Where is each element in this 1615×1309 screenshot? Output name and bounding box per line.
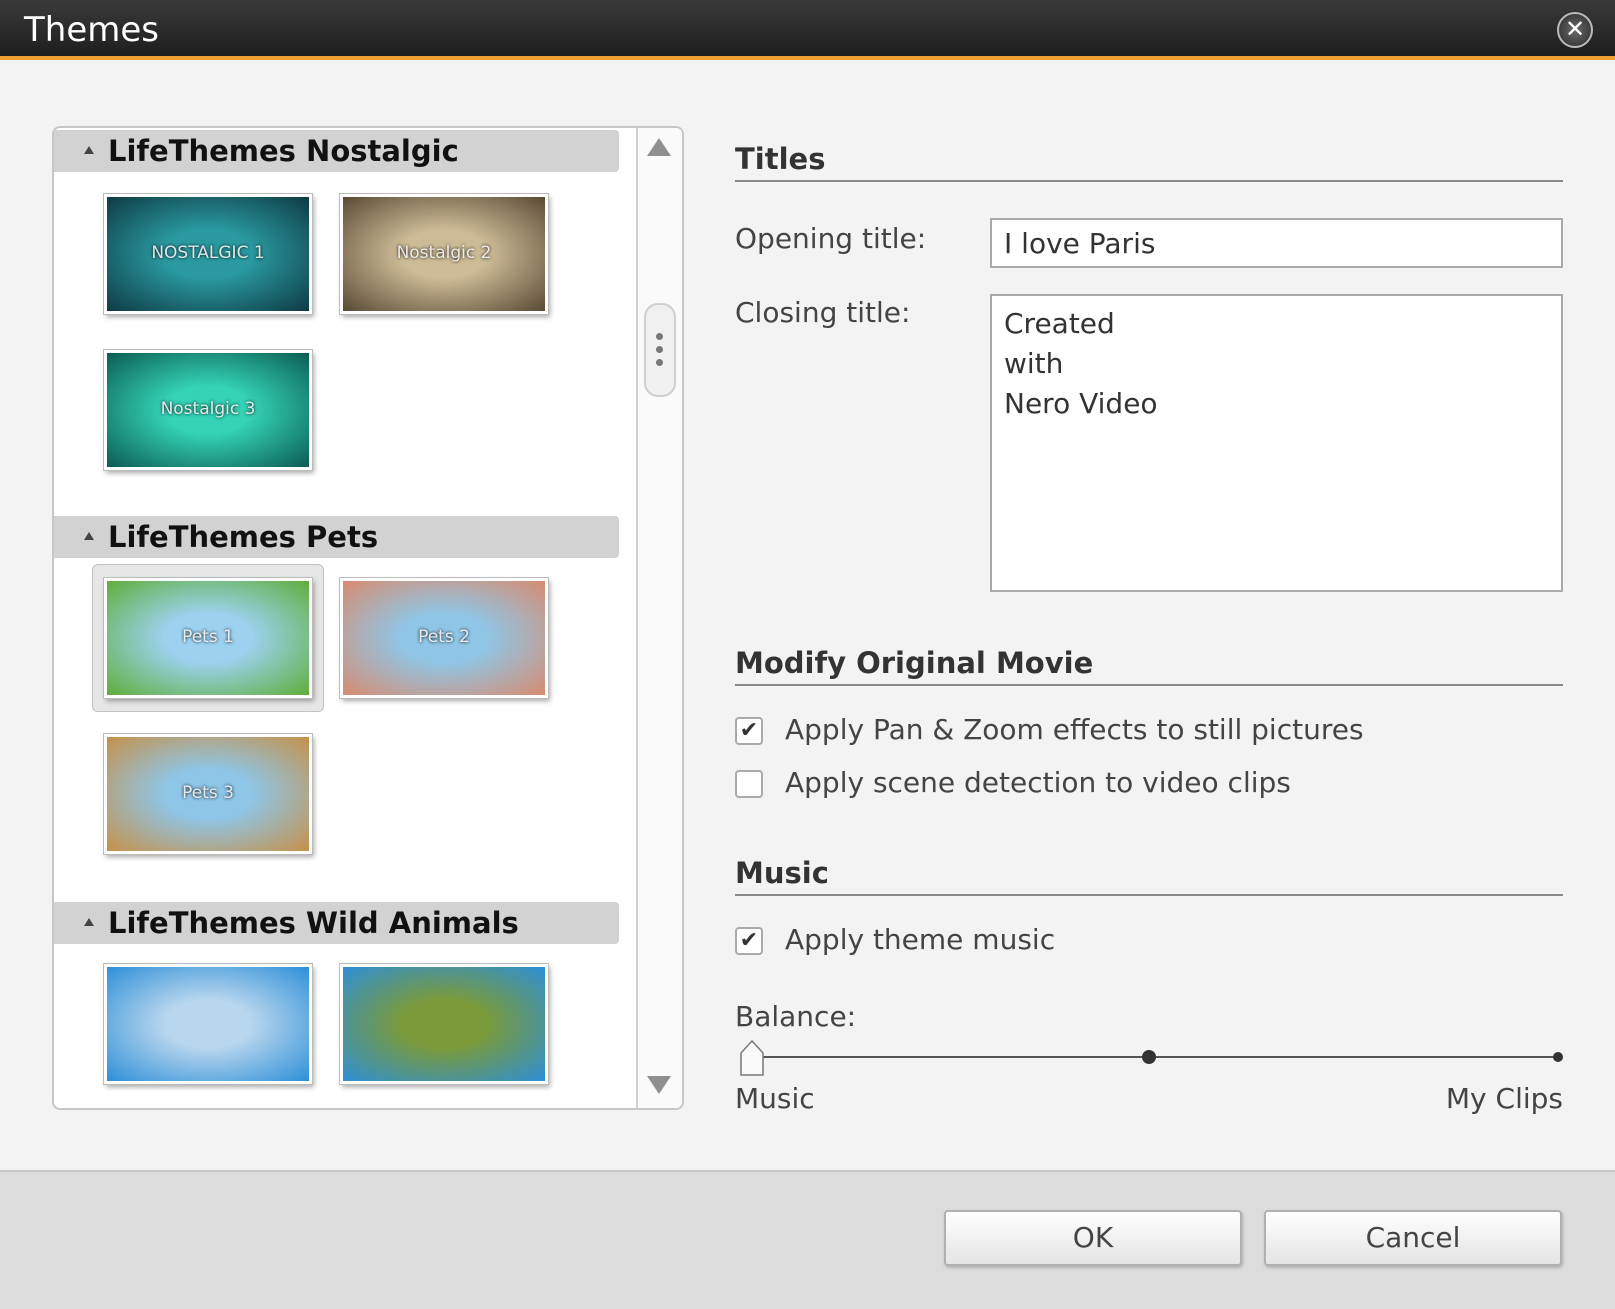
closing-line: with — [1004, 347, 1064, 380]
theme-thumbnail[interactable]: Nostalgic 3 — [104, 350, 312, 470]
collapse-triangle-icon[interactable] — [84, 146, 94, 154]
theme-music-label[interactable]: Apply theme music — [785, 923, 1055, 956]
scroll-down-arrow-icon[interactable] — [647, 1076, 671, 1094]
vertical-scrollbar[interactable] — [636, 128, 682, 1108]
theme-group-nostalgic: LifeThemes Nostalgic NOSTALGIC 1 Nostalg… — [54, 130, 619, 504]
collapse-triangle-icon[interactable] — [84, 918, 94, 926]
thumb-label: Nostalgic 3 — [160, 398, 256, 419]
slider-center-tick — [1142, 1050, 1156, 1064]
ok-button[interactable]: OK — [944, 1210, 1242, 1266]
opening-title-label: Opening title: — [735, 222, 927, 255]
theme-group-pets: LifeThemes Pets Pets 1 Pets 2 Pets 3 — [54, 516, 619, 890]
thumb-label: Nostalgic 2 — [396, 242, 492, 263]
slider-handle[interactable] — [740, 1040, 764, 1076]
collapse-triangle-icon[interactable] — [84, 532, 94, 540]
opening-title-input[interactable] — [990, 218, 1563, 268]
theme-thumbnail[interactable]: Pets 3 — [104, 734, 312, 854]
group-name: LifeThemes Nostalgic — [108, 134, 459, 168]
group-header[interactable]: LifeThemes Wild Animals — [54, 902, 619, 944]
thumb-label: NOSTALGIC 1 — [151, 242, 265, 263]
close-icon[interactable]: ✕ — [1557, 12, 1593, 48]
balance-right-label: My Clips — [1445, 1082, 1563, 1115]
theme-thumbnail[interactable]: Nostalgic 2 — [340, 194, 548, 314]
balance-label: Balance: — [735, 1000, 857, 1033]
titles-heading: Titles — [735, 142, 1563, 182]
cancel-button[interactable]: Cancel — [1264, 1210, 1562, 1266]
thumb-label: Pets 2 — [418, 626, 470, 647]
window-title: Themes — [24, 10, 159, 50]
scroll-up-arrow-icon[interactable] — [647, 138, 671, 156]
closing-line: Created — [1004, 307, 1115, 340]
group-name: LifeThemes Pets — [108, 520, 379, 554]
pan-zoom-checkbox[interactable]: ✔ — [735, 717, 763, 745]
closing-title-label: Closing title: — [735, 296, 911, 329]
group-name: LifeThemes Wild Animals — [108, 906, 519, 940]
pan-zoom-label[interactable]: Apply Pan & Zoom effects to still pictur… — [785, 713, 1364, 746]
theme-thumbnail[interactable] — [340, 964, 548, 1084]
theme-group-wild-animals: LifeThemes Wild Animals — [54, 902, 619, 1108]
scroll-thumb[interactable] — [644, 303, 676, 397]
closing-line: Nero Video — [1004, 387, 1158, 420]
thumb-label: Pets 1 — [182, 626, 234, 647]
closing-title-textarea[interactable]: Created with Nero Video — [990, 294, 1563, 592]
group-header[interactable]: LifeThemes Nostalgic — [54, 130, 619, 172]
theme-music-checkbox[interactable]: ✔ — [735, 927, 763, 955]
scene-detection-checkbox[interactable] — [735, 770, 763, 798]
thumb-label: Pets 3 — [182, 782, 234, 803]
theme-thumbnail[interactable] — [104, 964, 312, 1084]
music-heading: Music — [735, 856, 1563, 896]
title-bar: Themes ✕ — [0, 0, 1615, 60]
group-header[interactable]: LifeThemes Pets — [54, 516, 619, 558]
scene-detection-label[interactable]: Apply scene detection to video clips — [785, 766, 1291, 799]
modify-heading: Modify Original Movie — [735, 646, 1563, 686]
theme-list[interactable]: LifeThemes Nostalgic NOSTALGIC 1 Nostalg… — [52, 126, 684, 1110]
theme-thumbnail[interactable]: NOSTALGIC 1 — [104, 194, 312, 314]
balance-left-label: Music — [735, 1082, 815, 1115]
theme-thumbnail[interactable]: Pets 2 — [340, 578, 548, 698]
theme-thumbnail-selected[interactable]: Pets 1 — [104, 578, 312, 698]
slider-end-tick — [1553, 1052, 1563, 1062]
